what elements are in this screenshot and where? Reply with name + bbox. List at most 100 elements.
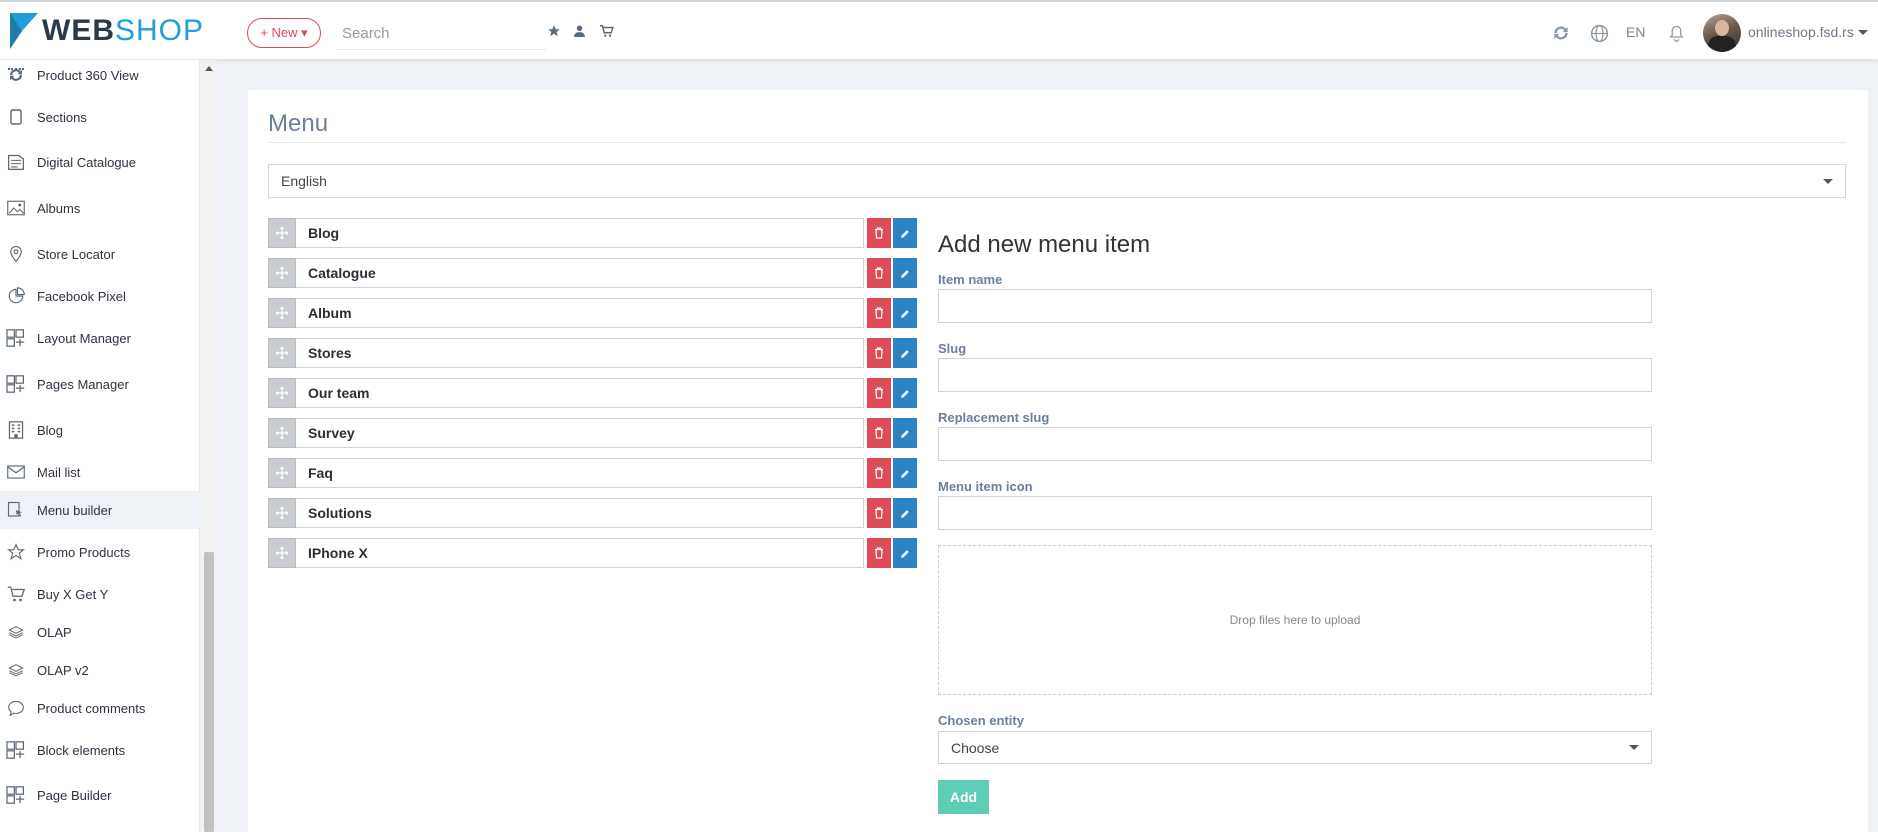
drag-handle-icon[interactable] [268, 258, 296, 288]
menu-item-row: Our team [268, 378, 920, 408]
edit-button[interactable] [893, 218, 917, 248]
sidebar-item-label: Page Builder [37, 787, 112, 803]
sidebar-item-blog[interactable]: Blog [0, 411, 200, 449]
sidebar-item-label: Layout Manager [37, 330, 131, 346]
user-name: onlineshop.fsd.rs [1748, 24, 1854, 40]
sidebar-item-pages-manager[interactable]: Pages Manager [0, 365, 200, 403]
delete-button[interactable] [867, 538, 891, 568]
language-switcher[interactable]: EN [1626, 24, 1645, 40]
delete-button[interactable] [867, 498, 891, 528]
sidebar-item-promo-products[interactable]: Promo Products [0, 533, 200, 571]
item-name-label: Item name [938, 272, 1003, 287]
sidebar-item-facebook-pixel[interactable]: Facebook Pixel [0, 277, 200, 315]
drag-handle-icon[interactable] [268, 218, 296, 248]
sidebar-item-label: Sections [37, 109, 87, 125]
menu-builder-icon [6, 500, 26, 520]
scroll-up-arrow-icon[interactable] [205, 66, 213, 71]
catalogue-icon [6, 152, 26, 172]
drag-handle-icon[interactable] [268, 458, 296, 488]
language-select[interactable]: English [268, 164, 1846, 198]
delete-button[interactable] [867, 418, 891, 448]
file-dropzone[interactable]: Drop files here to upload [938, 545, 1652, 695]
edit-button[interactable] [893, 258, 917, 288]
drag-handle-icon[interactable] [268, 418, 296, 448]
webshop-logo[interactable]: WEBSHOP [8, 10, 208, 52]
drag-handle-icon[interactable] [268, 378, 296, 408]
star-icon [6, 542, 26, 562]
menu-item-row: Stores [268, 338, 920, 368]
sidebar-item-albums[interactable]: Albums [0, 189, 200, 227]
bell-icon[interactable] [1665, 22, 1687, 44]
divider [268, 142, 1846, 143]
edit-button[interactable] [893, 538, 917, 568]
edit-button[interactable] [893, 458, 917, 488]
logo-flag-icon [10, 13, 38, 49]
layers-icon [6, 660, 26, 680]
pencil-icon [900, 229, 909, 238]
delete-button[interactable] [867, 298, 891, 328]
sidebar-item-product-comments[interactable]: Product comments [0, 689, 200, 727]
mail-icon [6, 462, 26, 482]
sidebar-item-sections[interactable]: Sections [0, 98, 200, 136]
user-menu[interactable]: onlineshop.fsd.rs [1748, 24, 1868, 40]
delete-button[interactable] [867, 378, 891, 408]
menu-item-label: Album [296, 298, 864, 328]
drag-handle-icon[interactable] [268, 298, 296, 328]
sidebar-item-store-locator[interactable]: Store Locator [0, 235, 200, 273]
sidebar-item-block-elements[interactable]: Block elements [0, 731, 200, 769]
edit-button[interactable] [893, 378, 917, 408]
sidebar-item-menu-builder[interactable]: Menu builder [0, 491, 200, 529]
sidebar-item-olap[interactable]: OLAP [0, 613, 200, 651]
sidebar-item-label: Buy X Get Y [37, 586, 109, 602]
pencil-icon [900, 469, 909, 478]
delete-button[interactable] [867, 258, 891, 288]
globe-icon[interactable] [1588, 22, 1610, 44]
menu-item-row: Faq [268, 458, 920, 488]
menu-item-label: Solutions [296, 498, 864, 528]
edit-button[interactable] [893, 338, 917, 368]
add-button[interactable]: Add [938, 780, 989, 814]
slug-input[interactable] [938, 358, 1652, 392]
pencil-icon [900, 349, 909, 358]
edit-button[interactable] [893, 498, 917, 528]
sidebar-item-olap-v2[interactable]: OLAP v2 [0, 651, 200, 689]
trash-icon [875, 547, 883, 559]
drag-handle-icon[interactable] [268, 538, 296, 568]
chevron-down-icon [1629, 745, 1639, 750]
drag-handle-icon[interactable] [268, 338, 296, 368]
scrollbar-thumb[interactable] [204, 552, 214, 832]
delete-button[interactable] [867, 458, 891, 488]
edit-button[interactable] [893, 298, 917, 328]
search-input[interactable] [336, 18, 546, 50]
sidebar-scrollbar[interactable] [201, 60, 217, 832]
sidebar-item-label: Digital Catalogue [37, 154, 137, 170]
cart-icon[interactable] [597, 22, 615, 40]
avatar[interactable] [1703, 14, 1741, 52]
item-name-input[interactable] [938, 289, 1652, 323]
user-icon[interactable] [570, 22, 588, 40]
drag-handle-icon[interactable] [268, 498, 296, 528]
sidebar-item-product-360-view[interactable]: Product 360 View [0, 56, 200, 94]
sidebar-item-buy-x-get-y[interactable]: Buy X Get Y [0, 575, 200, 613]
replacement-slug-input[interactable] [938, 427, 1652, 461]
star-icon[interactable] [545, 22, 563, 40]
trash-icon [875, 347, 883, 359]
refresh-icon[interactable] [1550, 22, 1572, 44]
sidebar-item-page-builder[interactable]: Page Builder [0, 776, 200, 814]
chosen-entity-select[interactable]: Choose [938, 731, 1652, 764]
sidebar-item-mail-list[interactable]: Mail list [0, 453, 200, 491]
sidebar-item-layout-manager[interactable]: Layout Manager [0, 319, 200, 357]
layout-icon [6, 328, 26, 348]
layers-icon [6, 622, 26, 642]
new-button[interactable]: + New ▾ [247, 18, 321, 48]
sidebar-item-label: Blog [37, 422, 64, 438]
menu-item-row: Catalogue [268, 258, 920, 288]
sidebar-item-digital-catalogue[interactable]: Digital Catalogue [0, 143, 200, 181]
sidebar-item-label: Mail list [37, 464, 81, 480]
edit-button[interactable] [893, 418, 917, 448]
delete-button[interactable] [867, 338, 891, 368]
sidebar-item-label: Facebook Pixel [37, 288, 126, 304]
delete-button[interactable] [867, 218, 891, 248]
menu-item-icon-input[interactable] [938, 496, 1652, 530]
pencil-icon [900, 309, 909, 318]
